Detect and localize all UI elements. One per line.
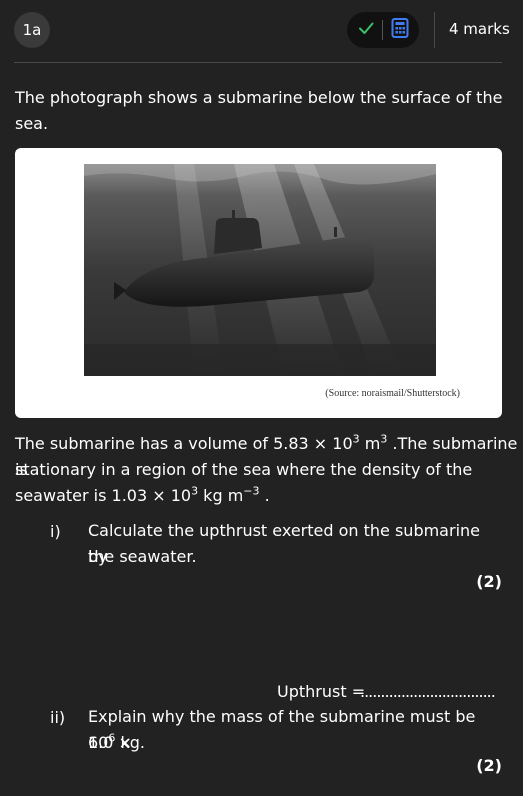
body-line-3: seawater is 1.03 × 103 kg m−3 . [15, 484, 270, 505]
part-i-marks: (2) [476, 572, 502, 591]
intro-line-2: sea. [15, 114, 49, 133]
intro-line-1: The photograph shows a submarine below t… [15, 88, 503, 107]
question-number-badge[interactable]: 1a [14, 12, 50, 48]
body-line-2: stationary in a region of the sea where … [15, 460, 473, 479]
figure-card: (Source: noraismail/Shutterstock) [15, 148, 502, 418]
marks-label: 4 marks [449, 20, 510, 38]
part-ii-line-2: 106 kg. [88, 731, 145, 752]
part-ii-number: ii) [50, 708, 66, 727]
upthrust-answer-field[interactable]: ................................. [360, 682, 496, 701]
upthrust-answer-label: Upthrust = [277, 682, 366, 701]
part-i-number: i) [50, 522, 61, 541]
header-divider [434, 12, 435, 48]
tool-group [347, 12, 419, 48]
tool-divider [382, 20, 384, 40]
calculator-icon[interactable] [391, 18, 409, 42]
part-i-line-2: the seawater. [88, 547, 197, 566]
part-ii-marks: (2) [476, 756, 502, 775]
check-icon[interactable] [357, 19, 375, 41]
submarine-photo [84, 164, 436, 376]
header-rule [14, 62, 502, 63]
photo-source-caption: (Source: noraismail/Shutterstock) [325, 388, 460, 399]
